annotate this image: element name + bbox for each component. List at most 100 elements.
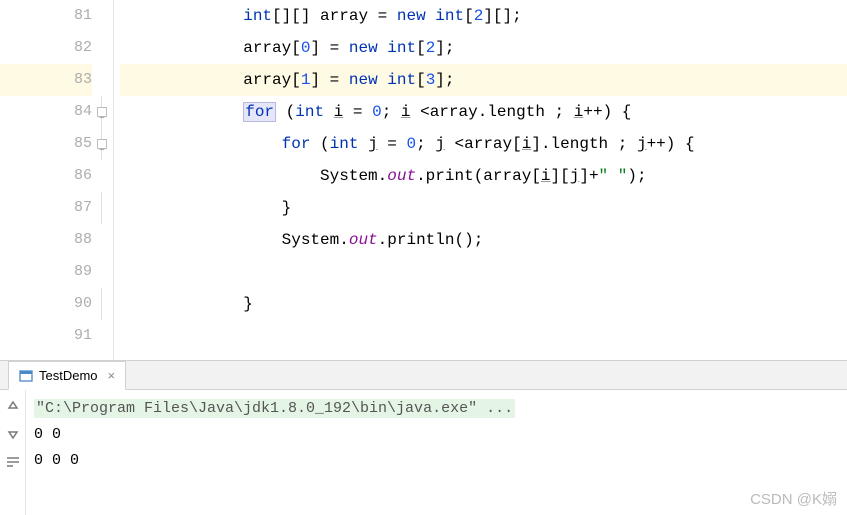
line-number: 89	[0, 256, 92, 288]
number-literal: 1	[301, 71, 311, 89]
keyword: int	[295, 103, 324, 121]
line-number: 90	[0, 288, 92, 320]
line-number: 86	[0, 160, 92, 192]
token: =	[343, 103, 372, 121]
code-line[interactable]: int[][] array = new int[2][];	[120, 0, 847, 32]
number-literal: 0	[301, 39, 311, 57]
token: ++) {	[647, 135, 695, 153]
number-literal: 2	[474, 7, 484, 25]
number-literal: 2	[426, 39, 436, 57]
token: array	[243, 71, 291, 89]
console-tab-testdemo[interactable]: TestDemo ×	[8, 361, 126, 390]
code-line[interactable]: for (int i = 0; i <array.length ; i++) {	[120, 96, 847, 128]
token: array	[430, 103, 478, 121]
token: ();	[454, 231, 483, 249]
code-line[interactable]: System.out.println();	[120, 224, 847, 256]
keyword: int	[243, 7, 272, 25]
token: System	[320, 167, 378, 185]
token: array	[243, 39, 291, 57]
code-line[interactable]: array[1] = new int[3];	[120, 64, 847, 96]
token: ][	[551, 167, 570, 185]
token: .	[378, 167, 388, 185]
token: ]+	[579, 167, 598, 185]
variable: j	[570, 167, 580, 185]
token: [	[291, 39, 301, 57]
number-literal: 0	[406, 135, 416, 153]
token: ];	[435, 39, 454, 57]
console-output-line: 0 0 0	[34, 448, 839, 474]
token: .	[478, 103, 488, 121]
token: array	[464, 135, 512, 153]
scroll-down-icon[interactable]	[5, 426, 21, 442]
code-line[interactable]: array[0] = new int[2];	[120, 32, 847, 64]
scroll-up-icon[interactable]	[5, 398, 21, 414]
code-line[interactable]: System.out.print(array[i][j]+" ");	[120, 160, 847, 192]
variable: j	[637, 135, 647, 153]
code-line[interactable]: }	[120, 192, 847, 224]
code-line[interactable]	[120, 320, 847, 352]
token: );	[627, 167, 646, 185]
console-command-line: "C:\Program Files\Java\jdk1.8.0_192\bin\…	[34, 399, 515, 418]
static-field: out	[349, 231, 378, 249]
close-tab-icon[interactable]: ×	[104, 368, 116, 383]
keyword: new int	[349, 71, 416, 89]
token: System	[282, 231, 340, 249]
token: [	[512, 135, 522, 153]
variable: i	[574, 103, 584, 121]
token: }	[282, 199, 292, 217]
token: array	[483, 167, 531, 185]
variable: i	[334, 103, 344, 121]
keyword: int	[330, 135, 359, 153]
code-line[interactable]: for (int j = 0; j <array[i].length ; j++…	[120, 128, 847, 160]
line-number: 83	[0, 64, 92, 96]
console-output-line: 0 0	[34, 422, 839, 448]
token: length	[551, 135, 609, 153]
console-panel: "C:\Program Files\Java\jdk1.8.0_192\bin\…	[0, 390, 847, 515]
token: [	[416, 39, 426, 57]
console-output[interactable]: "C:\Program Files\Java\jdk1.8.0_192\bin\…	[26, 390, 847, 515]
variable: i	[401, 103, 411, 121]
token: [	[291, 71, 301, 89]
token: =	[378, 135, 407, 153]
token: }	[243, 295, 253, 313]
token: (	[474, 167, 484, 185]
keyword-highlighted: for	[243, 102, 276, 122]
token: [	[416, 71, 426, 89]
soft-wrap-icon[interactable]	[5, 454, 21, 470]
keyword: new int	[349, 39, 416, 57]
console-tab-label: TestDemo	[39, 368, 98, 383]
token: (	[276, 103, 295, 121]
token: [][]	[272, 7, 320, 25]
fold-toggle-icon[interactable]	[97, 139, 107, 149]
token: ;	[382, 103, 401, 121]
token: ;	[545, 103, 574, 121]
line-number: 88	[0, 224, 92, 256]
run-config-icon	[19, 369, 33, 383]
code-content[interactable]: int[][] array = new int[2][]; array[0] =…	[120, 0, 847, 360]
token: [	[464, 7, 474, 25]
code-editor[interactable]: 8182838485868788899091 int[][] array = n…	[0, 0, 847, 360]
string-literal: " "	[599, 167, 628, 185]
keyword: for	[282, 135, 311, 153]
line-number: 91	[0, 320, 92, 352]
token: <	[411, 103, 430, 121]
console-toolbar	[0, 390, 26, 515]
console-tab-bar: TestDemo ×	[0, 360, 847, 390]
number-literal: 3	[426, 71, 436, 89]
token: print	[426, 167, 474, 185]
code-line[interactable]: }	[120, 288, 847, 320]
fold-toggle-icon[interactable]	[97, 107, 107, 117]
line-number: 82	[0, 32, 92, 64]
code-line[interactable]	[120, 256, 847, 288]
variable: i	[541, 167, 551, 185]
token: ++) {	[583, 103, 631, 121]
number-literal: 0	[372, 103, 382, 121]
variable: i	[522, 135, 532, 153]
token: length	[487, 103, 545, 121]
keyword: new int	[397, 7, 464, 25]
line-number: 81	[0, 0, 92, 32]
variable: j	[368, 135, 378, 153]
token: =	[368, 7, 397, 25]
token: [	[531, 167, 541, 185]
token: .	[378, 231, 388, 249]
